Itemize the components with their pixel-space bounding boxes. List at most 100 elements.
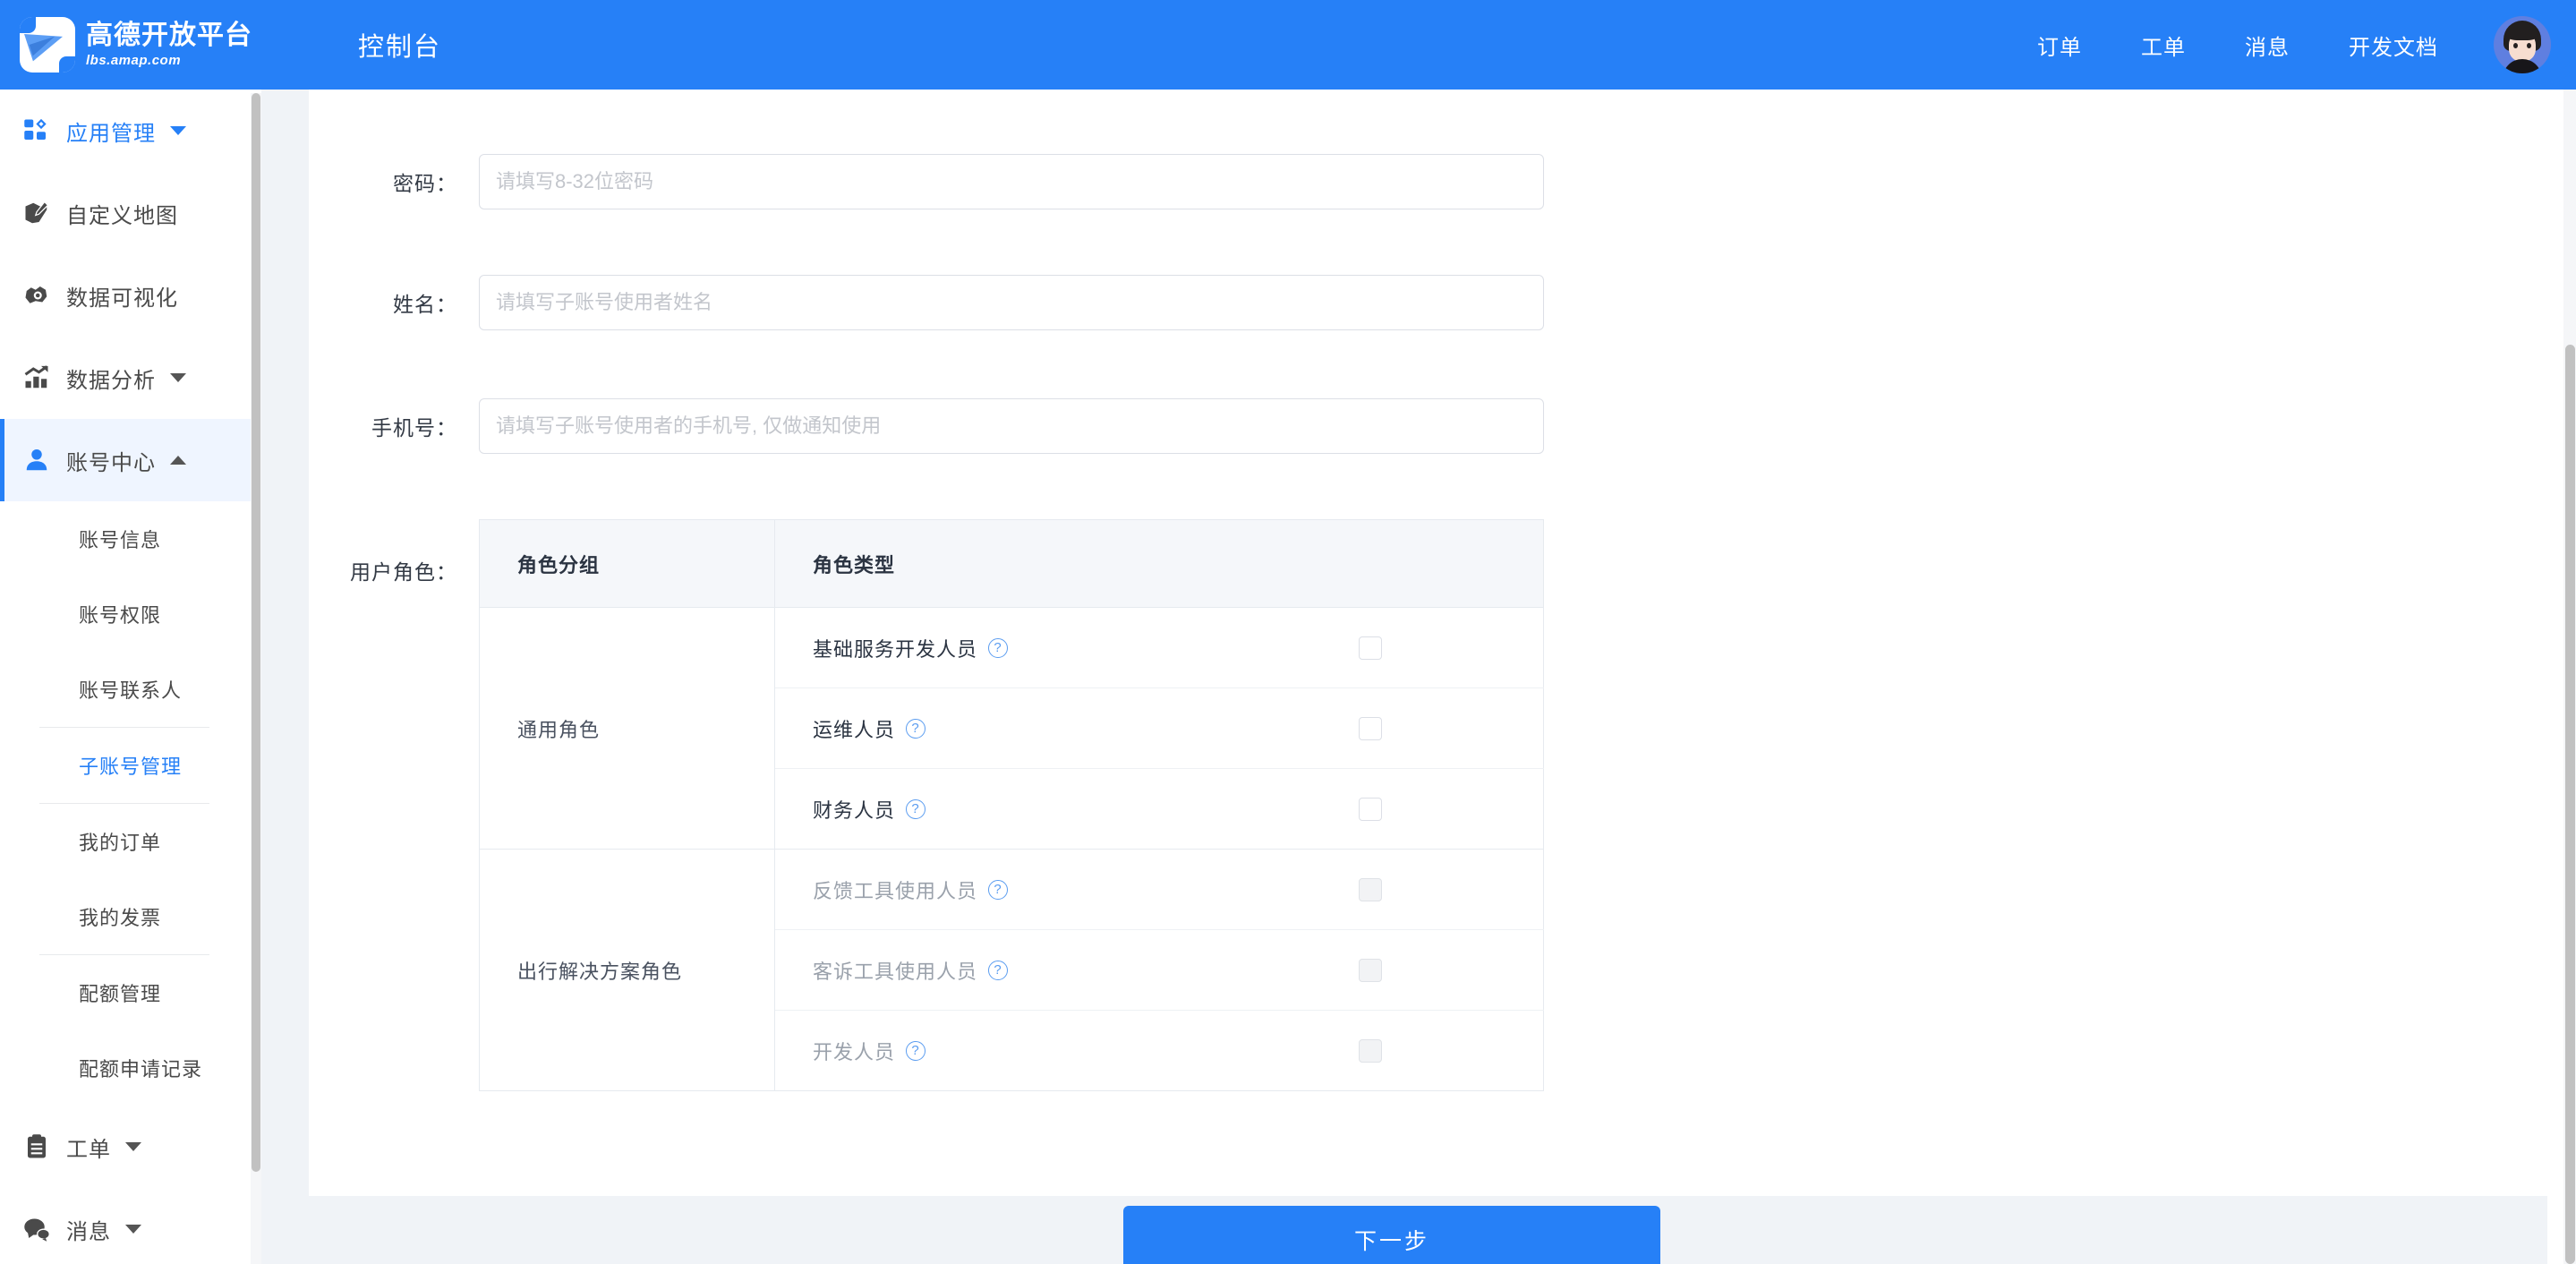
sidebar-subitem-quota-requests[interactable]: 配额申请记录 [0,1030,251,1106]
help-circle-icon[interactable]: ? [906,799,926,819]
role-checkbox-complaint-tool-user [1358,959,1382,983]
nav-messages[interactable]: 消息 [2245,30,2290,61]
role-checkbox-ops-staff[interactable] [1358,717,1382,741]
avatar[interactable] [2494,16,2551,73]
table-row: 通用角色 基础服务开发人员 ? [479,607,1544,850]
sidebar-label-app-management: 应用管理 [66,121,156,146]
help-circle-icon[interactable]: ? [906,718,926,739]
subaccount-form-card: 密码： 姓名： 手机号： 用户角色： 角色分组 角色类型 [309,90,2565,1264]
nav-docs[interactable]: 开发文档 [2349,30,2438,61]
form-row-phone: 手机号： [309,398,1544,454]
fullname-label: 姓名： [393,293,457,316]
phone-label: 手机号： [371,416,457,440]
fullname-input[interactable] [479,275,1544,330]
help-circle-icon[interactable]: ? [906,1040,926,1061]
phone-input[interactable] [479,398,1544,454]
role-checkbox-finance-staff[interactable] [1358,798,1382,822]
role-label: 基础服务开发人员 [813,637,978,661]
amap-logo-icon [20,17,75,73]
chevron-down-icon[interactable] [125,1225,141,1234]
role-checkbox-cell [1159,1011,1544,1091]
role-checkbox-cell [1159,607,1544,688]
chevron-down-icon[interactable] [170,126,186,135]
chat-bubbles-icon [21,1214,52,1244]
help-circle-icon[interactable]: ? [988,960,1009,980]
main-content: 密码： 姓名： 手机号： 用户角色： 角色分组 角色类型 [261,90,2565,1264]
sidebar-subitem-account-contacts[interactable]: 账号联系人 [0,652,251,727]
page-scrollbar[interactable] [2563,90,2576,1264]
table-row: 出行解决方案角色 反馈工具使用人员 ? [479,849,1544,1091]
sidebar-subitem-account-permissions[interactable]: 账号权限 [0,576,251,652]
sidebar-label-work-orders: 工单 [66,1137,111,1162]
role-label: 开发人员 [813,1040,896,1063]
brand-logo-group[interactable]: 高德开放平台 lbs.amap.com [20,17,252,73]
role-cell: 反馈工具使用人员 ? [774,849,1159,930]
nav-tickets[interactable]: 工单 [2141,30,2186,61]
sidebar: 应用管理 自定义地图 数据可视化 数据分析 账号中心 账号信息 账号权限 账号联… [0,90,251,1264]
nav-orders[interactable]: 订单 [2037,30,2082,61]
chevron-down-icon[interactable] [125,1142,141,1151]
sidebar-subitem-my-orders[interactable]: 我的订单 [0,804,251,879]
chevron-down-icon[interactable] [170,373,186,382]
console-title: 控制台 [358,33,442,62]
col-role-group: 角色分组 [479,519,775,608]
role-table-header-row: 角色分组 角色类型 [479,519,1544,608]
sidebar-subitem-quota-management[interactable]: 配额管理 [0,955,251,1030]
next-step-button[interactable]: 下一步 [1123,1206,1660,1264]
role-checkbox-basic-service-developer[interactable] [1358,636,1382,661]
sidebar-subitem-account-info[interactable]: 账号信息 [0,501,251,576]
role-checkbox-cell [1159,688,1544,769]
sidebar-subitem-my-invoices[interactable]: 我的发票 [0,879,251,954]
role-cell: 开发人员 ? [775,1011,1160,1091]
role-group-general: 通用角色 [479,607,775,850]
role-label: 客诉工具使用人员 [813,960,978,983]
role-checkbox-feedback-tool-user [1358,878,1382,902]
sidebar-scrollbar-thumb[interactable] [252,93,260,1172]
form-row-fullname: 姓名： [309,275,1544,330]
apps-grid-icon [21,115,52,146]
sidebar-item-custom-map[interactable]: 自定义地图 [0,172,251,254]
sidebar-item-data-visualization[interactable]: 数据可视化 [0,254,251,337]
role-checkbox-cell [1159,849,1544,930]
chevron-up-icon[interactable] [170,456,186,465]
map-chart-icon [21,280,52,311]
brand-subtitle: lbs.amap.com [86,53,182,68]
role-cell: 运维人员 ? [774,688,1159,769]
user-role-block: 用户角色： 角色分组 角色类型 通用角色 基础服务开发人员 ? 运维人员 ? 财… [309,519,1544,1091]
role-label: 运维人员 [813,718,896,741]
role-cell: 财务人员 ? [774,768,1159,850]
sidebar-item-work-orders[interactable]: 工单 [0,1106,251,1188]
sidebar-label-data-analysis: 数据分析 [66,368,156,393]
role-group-travel-solution: 出行解决方案角色 [479,849,775,1091]
bar-chart-icon [21,363,52,393]
role-table: 角色分组 角色类型 通用角色 基础服务开发人员 ? 运维人员 ? 财务人员 ? … [479,519,1544,1091]
sidebar-item-messages[interactable]: 消息 [0,1188,251,1264]
clipboard-icon [21,1132,52,1162]
page-scroll-gutter [2547,90,2563,1264]
sidebar-subitem-subaccount-management[interactable]: 子账号管理 [0,728,251,803]
form-row-password: 密码： [309,154,1544,209]
role-checkbox-developer [1358,1039,1382,1063]
password-input[interactable] [479,154,1544,209]
sidebar-item-account-center[interactable]: 账号中心 [0,419,251,501]
col-role-type: 角色类型 [774,519,1544,608]
role-cell: 客诉工具使用人员 ? [774,929,1159,1011]
header-nav: 订单 工单 消息 开发文档 [2037,30,2438,61]
sidebar-item-app-management[interactable]: 应用管理 [0,90,251,172]
sidebar-label-custom-map: 自定义地图 [66,203,178,228]
top-header: 高德开放平台 lbs.amap.com 控制台 订单 工单 消息 开发文档 [0,0,2576,90]
sidebar-scrollbar[interactable] [251,93,261,1264]
role-label: 反馈工具使用人员 [813,879,978,902]
help-circle-icon[interactable]: ? [988,637,1009,658]
sidebar-label-messages: 消息 [66,1219,111,1244]
password-label: 密码： [393,172,457,195]
role-label: 财务人员 [813,799,896,822]
map-pencil-icon [21,198,52,228]
brand-title: 高德开放平台 [86,21,252,50]
sidebar-label-data-visualization: 数据可视化 [66,286,178,311]
user-icon [21,445,52,475]
page-scrollbar-thumb[interactable] [2565,345,2575,1264]
role-checkbox-cell [1159,929,1544,1011]
help-circle-icon[interactable]: ? [988,879,1009,900]
sidebar-item-data-analysis[interactable]: 数据分析 [0,337,251,419]
